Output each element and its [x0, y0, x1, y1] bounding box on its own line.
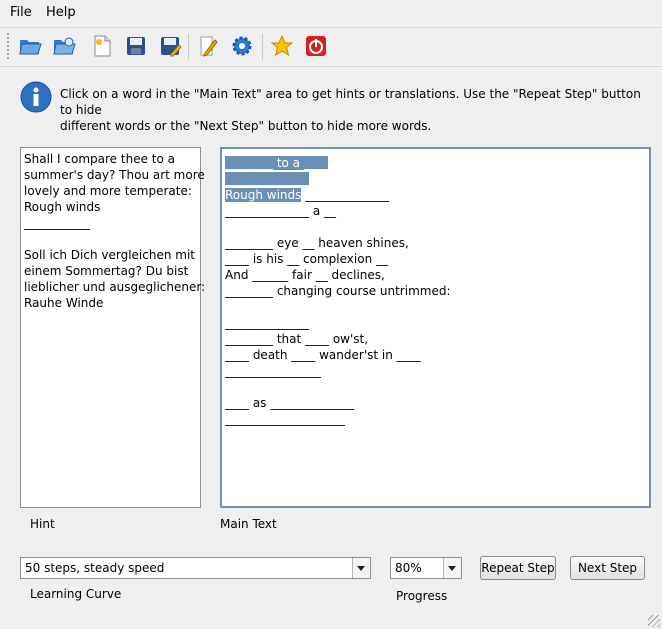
toolbar — [0, 28, 662, 67]
quit-icon[interactable] — [304, 34, 328, 58]
open-folder-icon[interactable] — [18, 34, 42, 58]
save-as-icon[interactable] — [158, 34, 182, 58]
hint-line: Soll ich Dich vergleichen mit — [24, 248, 195, 262]
progress-label: Progress — [396, 589, 448, 603]
main-text-line[interactable]: ____________________ — [225, 411, 646, 427]
open-remote-icon[interactable] — [52, 34, 76, 58]
chevron-down-icon[interactable] — [352, 558, 370, 578]
main-text-line[interactable]: Rough winds ______________ — [225, 187, 646, 203]
main-text-line[interactable]: ______________ a __ — [225, 203, 646, 219]
main-text-line[interactable]: ________ eye __ heaven shines, — [225, 235, 646, 251]
selected-text[interactable]: Rough winds — [225, 188, 302, 202]
hint-line: ___________ — [24, 216, 90, 230]
toolbar-separator — [262, 34, 263, 60]
main-text-segment[interactable]: ______________ — [301, 188, 389, 202]
main-text-line[interactable]: And ______ fair __ declines, — [225, 267, 646, 283]
resize-grip[interactable] — [648, 615, 660, 627]
selected-text[interactable]: ________ to a ____ — [225, 156, 328, 170]
hint-line: Rough winds — [24, 200, 101, 214]
toolbar-separator — [188, 34, 189, 60]
instructions-line-1: Click on a word in the "Main Text" area … — [60, 87, 641, 117]
hint-line — [24, 231, 197, 247]
instructions-line-2: different words or the "Next Step" butto… — [60, 119, 432, 133]
toolbar-grip[interactable] — [6, 32, 10, 60]
menu-bar: File Help — [0, 0, 662, 26]
main-text-line[interactable]: ____ as ______________ — [225, 395, 646, 411]
progress-value: 80% — [395, 561, 422, 575]
instructions-text: Click on a word in the "Main Text" area … — [60, 86, 650, 134]
main-text-line[interactable]: ________ that ____ ow'st, — [225, 331, 646, 347]
repeat-step-button[interactable]: Repeat Step — [480, 556, 556, 580]
learning-curve-label: Learning Curve — [30, 587, 122, 601]
hint-line: Shall I compare thee to a — [24, 152, 175, 166]
settings-gear-icon[interactable] — [230, 34, 254, 58]
hint-line: Rauhe Winde — [24, 296, 104, 310]
hint-line: lovely and more temperate: — [24, 184, 192, 198]
hint-line: einem Sommertag? Du bist — [24, 264, 189, 278]
main-text-line[interactable] — [225, 299, 646, 315]
hint-line: summer's day? Thou art more — [24, 168, 205, 182]
hint-line: lieblicher und ausgeglichener: — [24, 280, 206, 294]
progress-select[interactable]: 80% — [390, 557, 462, 579]
chevron-down-icon[interactable] — [443, 558, 461, 578]
next-step-button[interactable]: Next Step — [570, 556, 645, 580]
main-text-line[interactable]: ____ death ____ wander'st in ____ — [225, 347, 646, 363]
favorite-star-icon[interactable] — [270, 34, 294, 58]
hint-label: Hint — [30, 517, 55, 531]
main-text-area[interactable]: ________ to a ____ ______________ Rough … — [220, 147, 651, 508]
main-text-line[interactable]: ______________ — [225, 315, 646, 331]
main-text-line[interactable]: ________________ — [225, 363, 646, 379]
menu-file[interactable]: File — [10, 5, 32, 20]
selected-text[interactable]: ______________ — [225, 172, 309, 186]
save-icon[interactable] — [124, 34, 148, 58]
menu-help[interactable]: Help — [46, 5, 76, 20]
learning-curve-select[interactable]: 50 steps, steady speed — [20, 557, 371, 579]
main-text-line[interactable]: ________ changing course untrimmed: — [225, 283, 646, 299]
main-text-line[interactable] — [225, 219, 646, 235]
edit-icon[interactable] — [196, 34, 220, 58]
new-document-icon[interactable] — [90, 34, 114, 58]
main-text-line[interactable]: ______________ — [225, 171, 646, 187]
hint-text-area[interactable]: Shall I compare thee to a summer's day? … — [20, 147, 206, 508]
main-text-line[interactable]: ____ is his __ complexion __ — [225, 251, 646, 267]
main-text-label: Main Text — [220, 517, 277, 531]
learning-curve-value: 50 steps, steady speed — [25, 561, 165, 575]
info-icon — [20, 81, 52, 113]
main-text-line[interactable] — [225, 379, 646, 395]
main-text-line[interactable]: ________ to a ____ — [225, 155, 646, 171]
